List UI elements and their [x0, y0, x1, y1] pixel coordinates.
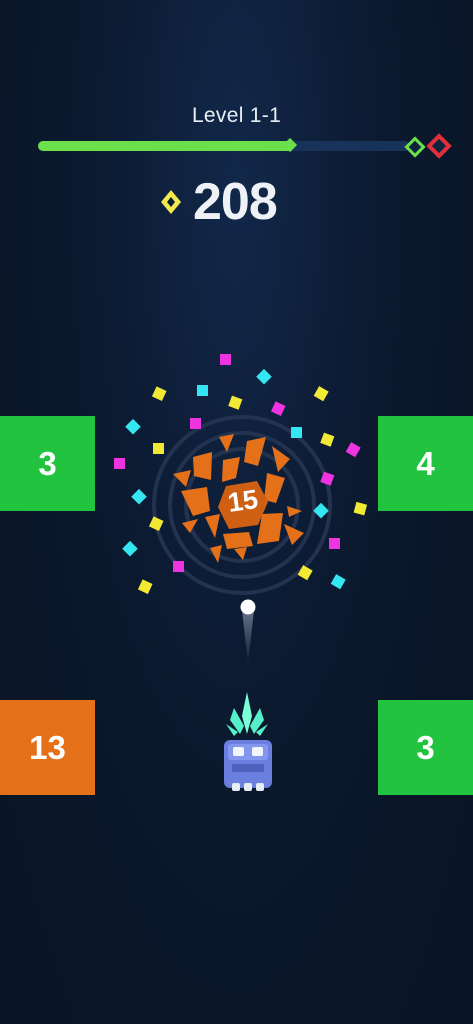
- score-display: 208: [0, 168, 473, 238]
- confetti-piece: [220, 354, 231, 365]
- confetti-piece: [153, 443, 164, 454]
- checkpoint-diamond-icon: [404, 136, 426, 158]
- confetti-piece: [151, 386, 167, 401]
- bullet-projectile: [240, 599, 256, 664]
- number-block-right-bottom: 3: [378, 700, 473, 795]
- player-eye-right: [252, 747, 263, 756]
- level-label: Level 1-1: [191, 104, 282, 127]
- confetti-piece: [228, 395, 243, 410]
- confetti-piece: [256, 368, 272, 385]
- confetti-piece: [270, 401, 286, 416]
- number-block-right-top: 4: [378, 416, 473, 511]
- target-burst: [114, 354, 368, 595]
- player-wheel: [232, 783, 240, 791]
- confetti-piece: [353, 501, 368, 516]
- confetti-piece: [313, 386, 329, 402]
- gem-icon: [161, 190, 181, 214]
- player-cannon[interactable]: [214, 690, 280, 794]
- shard: [182, 519, 198, 533]
- confetti-piece: [114, 458, 125, 469]
- confetti-piece: [173, 561, 184, 572]
- bullet: [240, 599, 256, 615]
- confetti-piece: [291, 427, 302, 438]
- confetti-piece: [122, 540, 138, 557]
- confetti-piece: [190, 418, 201, 429]
- score-value: 208: [193, 173, 278, 231]
- confetti: [114, 354, 368, 594]
- bullet-trail: [242, 610, 254, 664]
- confetti-piece: [330, 574, 346, 590]
- confetti-piece: [320, 432, 335, 447]
- goal-diamond-icon: [426, 133, 452, 159]
- player-wheel: [244, 783, 252, 791]
- confetti-piece: [197, 385, 208, 396]
- shard: [223, 532, 253, 549]
- confetti-piece: [137, 579, 153, 594]
- confetti-piece: [345, 442, 361, 458]
- player-wheel: [256, 783, 264, 791]
- muzzle-flash-icon: [226, 692, 268, 736]
- confetti-piece: [125, 418, 141, 435]
- number-block-left-bottom: 13: [0, 700, 95, 795]
- confetti-piece: [329, 538, 340, 549]
- level-progress-fill: [38, 141, 290, 151]
- player-mouth: [232, 764, 264, 772]
- player-eye-left: [233, 747, 244, 756]
- shard: [193, 452, 212, 480]
- confetti-piece: [297, 565, 313, 581]
- shard: [222, 457, 240, 482]
- confetti-piece: [131, 488, 147, 505]
- shard: [234, 547, 247, 560]
- confetti-piece: [148, 516, 164, 531]
- number-block-left-top: 3: [0, 416, 95, 511]
